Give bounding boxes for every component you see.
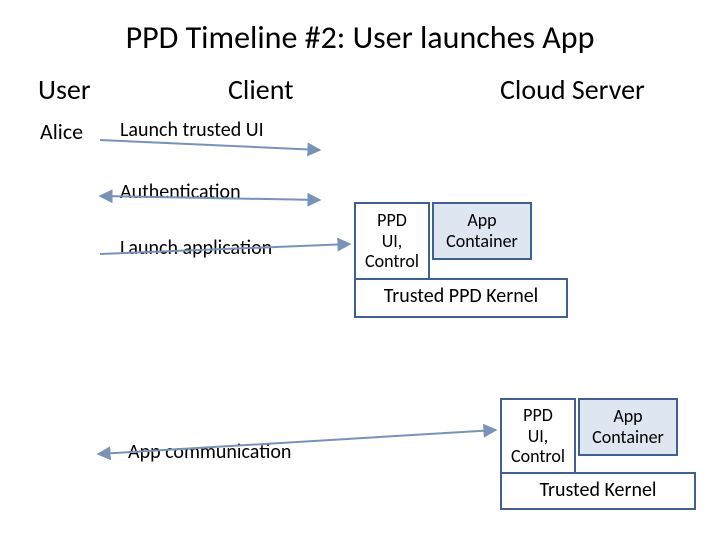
- trusted-kernel-box: Trusted Kernel: [500, 472, 696, 510]
- app-container-box-cloud: App Container: [578, 398, 678, 456]
- column-client: Client: [228, 72, 294, 107]
- ppd-ui-control-box-cloud: PPD UI, Control: [500, 398, 576, 474]
- ppd-ui-control-box-client: PPD UI, Control: [354, 202, 430, 280]
- actor-alice: Alice: [40, 118, 83, 145]
- column-user: User: [38, 72, 91, 107]
- step-authentication: Authentication: [120, 180, 241, 204]
- app-container-box-client: App Container: [432, 202, 532, 260]
- slide-title: PPD Timeline #2: User launches App: [0, 18, 720, 57]
- column-cloud: Cloud Server: [500, 72, 645, 107]
- step-launch-application: Launch application: [120, 236, 272, 260]
- trusted-ppd-kernel-box: Trusted PPD Kernel: [354, 278, 568, 318]
- step-app-communication: App communication: [128, 440, 291, 464]
- step-launch-trusted-ui: Launch trusted UI: [120, 118, 264, 142]
